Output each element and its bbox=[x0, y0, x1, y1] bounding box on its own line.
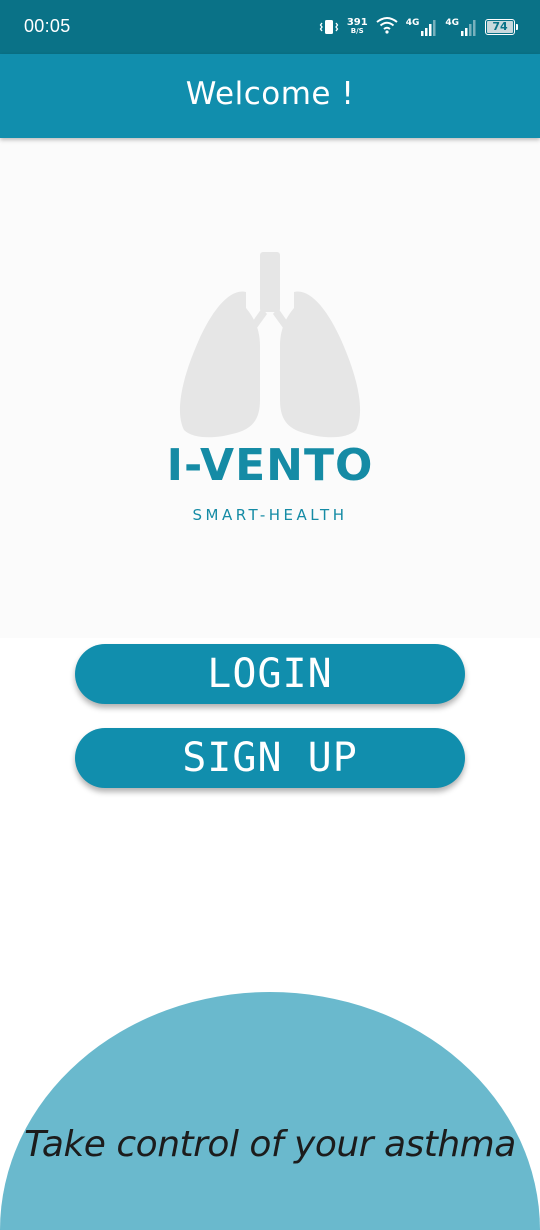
lungs-icon bbox=[170, 250, 370, 440]
page-title: Welcome ! bbox=[185, 76, 355, 112]
app-bar: Welcome ! bbox=[0, 54, 540, 138]
battery-icon: 74 bbox=[485, 19, 518, 35]
signal-1-label: 4G bbox=[405, 18, 420, 28]
signal-icon-2: 4G bbox=[445, 18, 477, 36]
status-icons: 391 B/S 4G 4G 74 bbox=[319, 12, 518, 42]
signal-2-label: 4G bbox=[445, 18, 459, 28]
footer-tagline: Take control of your asthma bbox=[24, 1124, 516, 1165]
signal-icon: 4G bbox=[406, 18, 438, 36]
login-button[interactable]: LOGIN bbox=[75, 644, 465, 704]
wifi-icon bbox=[376, 16, 398, 39]
status-time: 00:05 bbox=[24, 16, 71, 36]
status-bar: 00:05 391 B/S 4G 4G 74 bbox=[0, 0, 540, 54]
network-speed-value: 391 bbox=[346, 17, 368, 28]
signup-button[interactable]: SIGN UP bbox=[75, 728, 465, 788]
network-speed: 391 B/S bbox=[347, 18, 368, 36]
vibrate-icon bbox=[319, 18, 339, 36]
network-speed-unit: B/S bbox=[350, 27, 364, 35]
logo-hero: I-VENTO SMART-HEALTH bbox=[0, 138, 540, 638]
logo-tagline: SMART-HEALTH bbox=[192, 506, 348, 524]
battery-level: 74 bbox=[487, 21, 513, 33]
logo-wordmark: I-VENTO bbox=[166, 440, 374, 491]
bottom-decoration bbox=[0, 992, 540, 1230]
